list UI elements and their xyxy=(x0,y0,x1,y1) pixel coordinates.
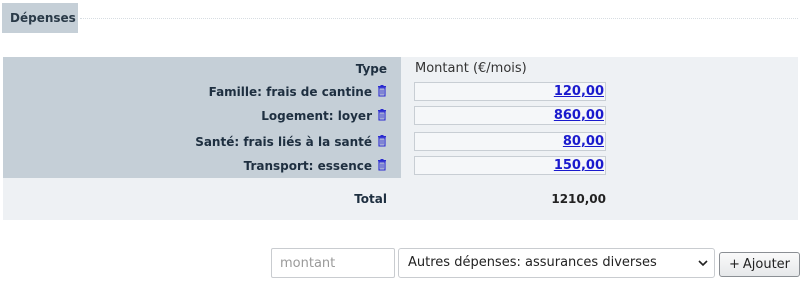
amount-header: Montant (€/mois) xyxy=(415,61,527,76)
trash-icon[interactable] xyxy=(377,135,387,147)
expense-label: Famille: frais de cantine xyxy=(208,85,372,99)
expense-amount-box: 150,00 xyxy=(414,156,606,175)
expense-label: Transport: essence xyxy=(243,159,372,173)
total-label: Total xyxy=(354,192,387,206)
section-title: Dépenses xyxy=(10,11,76,25)
expense-row-label: Santé: frais liés à la santé xyxy=(195,132,387,152)
chevron-down-icon xyxy=(698,260,708,267)
expense-amount-link[interactable]: 150,00 xyxy=(554,158,604,173)
amount-input[interactable] xyxy=(271,248,395,278)
expense-label: Santé: frais liés à la santé xyxy=(195,135,372,149)
expense-amount-link[interactable]: 80,00 xyxy=(563,134,604,149)
add-button-label: Ajouter xyxy=(742,256,791,272)
expense-row-label: Famille: frais de cantine xyxy=(209,82,387,102)
trash-icon[interactable] xyxy=(377,85,387,97)
expense-amount-link[interactable]: 860,00 xyxy=(554,108,604,123)
type-header-label: Type xyxy=(355,62,387,76)
plus-icon: + xyxy=(728,256,740,272)
expense-amount-link[interactable]: 120,00 xyxy=(554,84,604,99)
expense-label: Logement: loyer xyxy=(261,109,372,123)
trash-icon[interactable] xyxy=(377,159,387,171)
total-value: 1210,00 xyxy=(551,192,606,206)
add-button[interactable]: + Ajouter xyxy=(719,252,800,277)
expense-row-label: Transport: essence xyxy=(244,156,387,176)
expense-amount-box: 860,00 xyxy=(414,106,606,125)
selected-type: Autres dépenses: assurances diverses xyxy=(408,255,657,270)
section-tab-depenses: Dépenses xyxy=(2,3,78,33)
type-header: Type xyxy=(356,59,387,79)
expense-amount-box: 80,00 xyxy=(414,132,606,151)
expense-type-select[interactable]: Autres dépenses: assurances diverses xyxy=(398,248,715,278)
tab-divider xyxy=(80,18,798,19)
trash-icon[interactable] xyxy=(377,109,387,121)
expense-amount-box: 120,00 xyxy=(414,82,606,101)
expense-row-label: Logement: loyer xyxy=(261,106,387,126)
